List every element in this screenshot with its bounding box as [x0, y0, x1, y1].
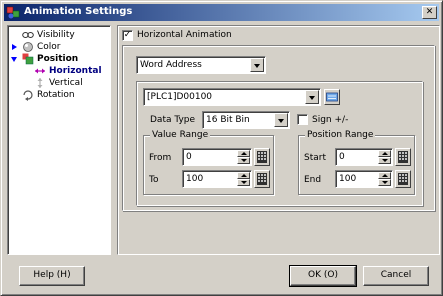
spin-up-icon[interactable] — [378, 150, 391, 157]
animation-settings-dialog: Animation Settings ✕ Visibility Color Po… — [0, 0, 443, 296]
to-keypad-button[interactable] — [254, 170, 270, 188]
horizontal-animation-label: Horizontal Animation — [137, 30, 232, 40]
collapse-arrow-icon[interactable] — [11, 57, 17, 62]
title-bar[interactable]: Animation Settings ✕ — [4, 4, 439, 21]
keypad-icon — [257, 151, 267, 163]
keypad-icon — [398, 151, 408, 163]
spin-up-icon[interactable] — [237, 150, 250, 157]
keyboard-icon — [326, 92, 338, 102]
from-value: 0 — [186, 152, 192, 162]
start-keypad-button[interactable] — [395, 148, 411, 166]
tree-item-label: Vertical — [49, 78, 83, 88]
spin-down-icon[interactable] — [378, 157, 391, 164]
start-spinner[interactable]: 0 — [335, 148, 393, 166]
vertical-arrow-icon — [37, 78, 43, 88]
address-type-value: Word Address — [140, 60, 202, 70]
data-type-dropdown[interactable]: 16 Bit Bin — [202, 111, 290, 129]
app-icon — [6, 6, 20, 19]
chevron-down-icon[interactable] — [305, 90, 319, 104]
close-icon: ✕ — [425, 7, 434, 17]
visibility-icon — [22, 32, 34, 38]
keypad-icon — [398, 173, 408, 185]
value-range-group: Value Range From 0 To 100 — [143, 130, 274, 195]
tree-item-label: Horizontal — [49, 66, 102, 76]
tree-item-label: Rotation — [37, 90, 75, 100]
chevron-down-icon[interactable] — [250, 58, 264, 72]
window-title: Animation Settings — [24, 6, 133, 17]
from-spinner[interactable]: 0 — [182, 148, 252, 166]
from-label: From — [149, 153, 172, 163]
address-settings-frame: [PLC1]D00100 Data Type 16 Bit Bin Sign +… — [136, 81, 423, 206]
chevron-down-icon[interactable] — [274, 113, 288, 127]
to-spinner[interactable]: 100 — [182, 170, 252, 188]
tree-item-label: Position — [37, 54, 79, 64]
category-tree[interactable]: Visibility Color Position Horizontal Ver… — [7, 25, 111, 255]
color-icon — [23, 42, 33, 52]
address-type-dropdown[interactable]: Word Address — [136, 56, 266, 74]
device-address-dropdown[interactable]: [PLC1]D00100 — [143, 88, 321, 106]
device-address-value: [PLC1]D00100 — [147, 92, 213, 102]
position-range-group: Position Range Start 0 End 100 — [298, 130, 415, 195]
value-range-title: Value Range — [150, 130, 211, 141]
spin-down-icon[interactable] — [237, 157, 250, 164]
end-value: 100 — [339, 174, 357, 184]
settings-panel: ✓ Horizontal Animation Word Address [PLC… — [117, 25, 440, 255]
tree-item-label: Visibility — [37, 30, 75, 40]
address-browse-button[interactable] — [324, 89, 340, 105]
end-keypad-button[interactable] — [395, 170, 411, 188]
end-label: End — [304, 175, 322, 185]
expand-arrow-icon[interactable] — [12, 44, 17, 50]
rotation-icon — [23, 90, 33, 101]
spin-up-icon[interactable] — [237, 172, 250, 179]
start-value: 0 — [339, 152, 345, 162]
to-label: To — [149, 175, 159, 185]
position-range-title: Position Range — [305, 130, 376, 141]
position-icon — [22, 53, 34, 65]
help-button[interactable]: Help (H) — [19, 266, 85, 286]
animation-options-frame: Word Address [PLC1]D00100 Data Type 16 B… — [122, 45, 435, 211]
spin-down-icon[interactable] — [378, 179, 391, 186]
ok-button[interactable]: OK (O) — [289, 265, 357, 287]
horizontal-animation-checkbox[interactable]: ✓ — [122, 30, 133, 41]
sign-checkbox[interactable] — [297, 114, 308, 125]
close-button[interactable]: ✕ — [422, 6, 437, 19]
horizontal-arrow-icon — [35, 68, 45, 74]
keypad-icon — [257, 173, 267, 185]
end-spinner[interactable]: 100 — [335, 170, 393, 188]
start-label: Start — [304, 153, 326, 163]
cancel-button[interactable]: Cancel — [363, 266, 429, 286]
spin-up-icon[interactable] — [378, 172, 391, 179]
sign-label: Sign +/- — [312, 115, 349, 125]
check-mark-icon: ✓ — [123, 30, 132, 40]
to-value: 100 — [186, 174, 204, 184]
from-keypad-button[interactable] — [254, 148, 270, 166]
spin-down-icon[interactable] — [237, 179, 250, 186]
data-type-value: 16 Bit Bin — [206, 115, 250, 125]
tree-item-label: Color — [37, 42, 61, 52]
data-type-label: Data Type — [150, 115, 196, 125]
